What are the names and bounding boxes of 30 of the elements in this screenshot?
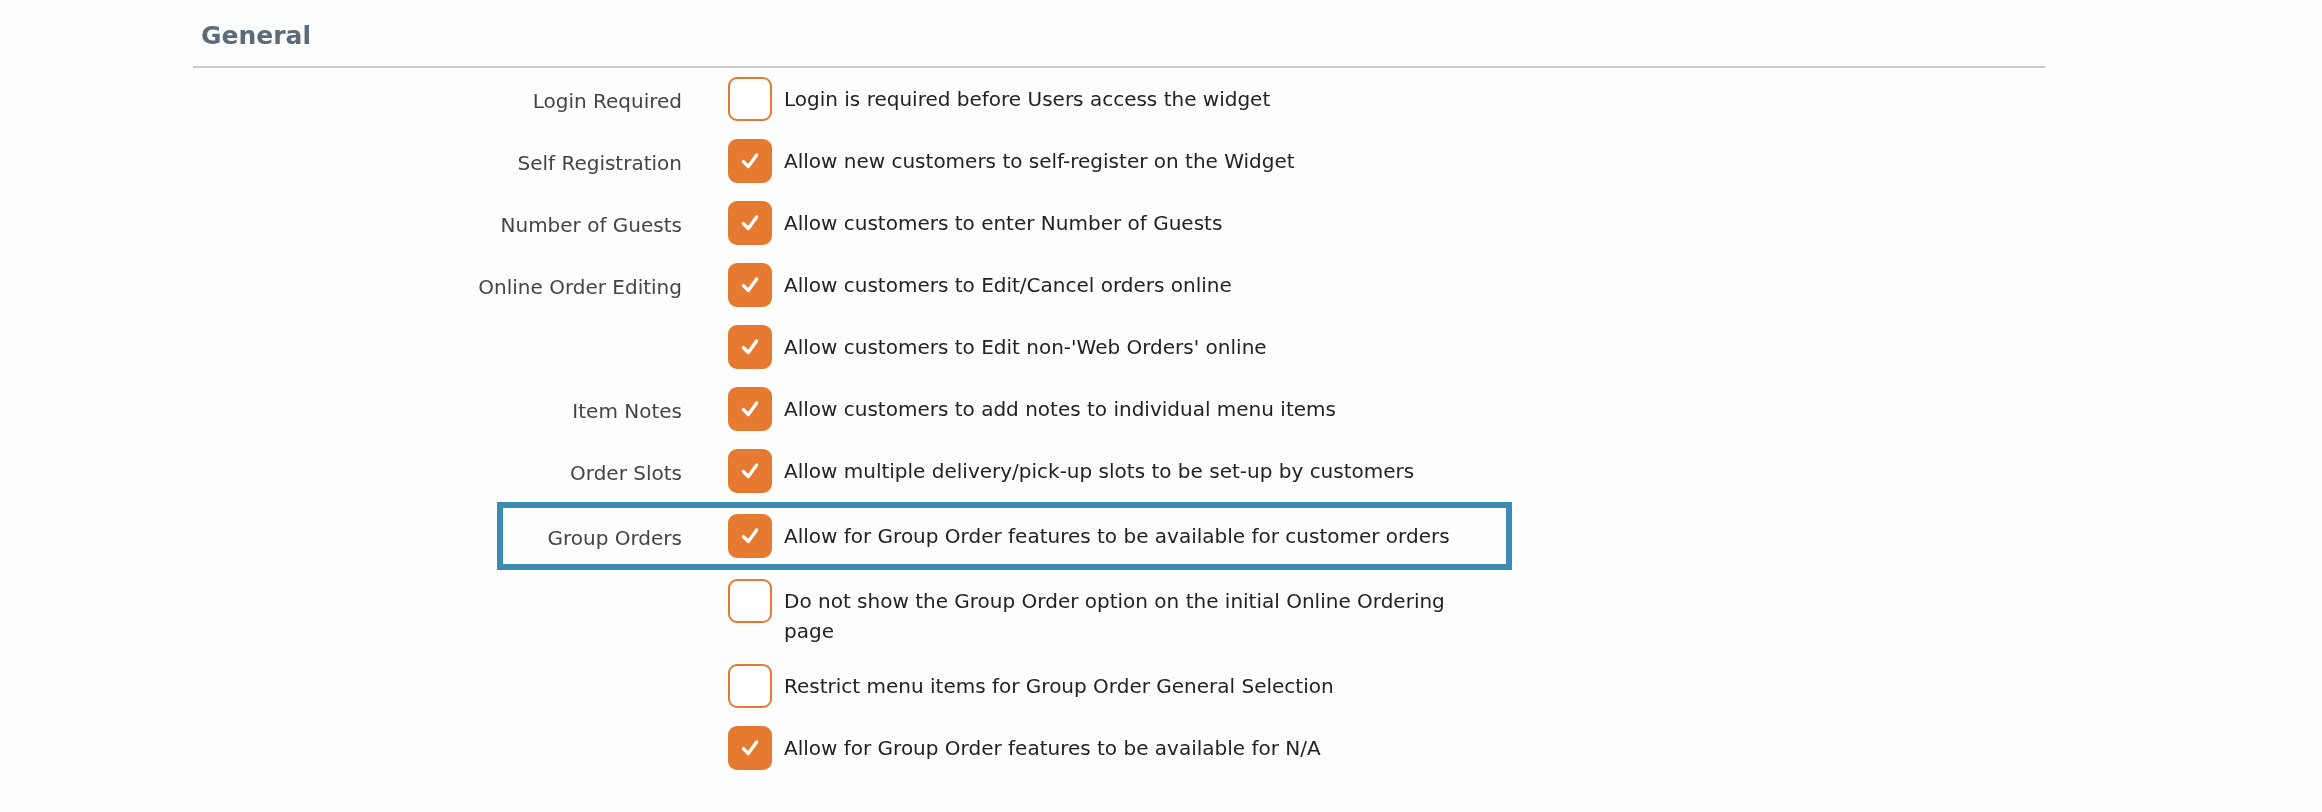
checkbox[interactable] bbox=[728, 726, 772, 770]
checkbox[interactable] bbox=[728, 514, 772, 558]
section-title: General bbox=[201, 20, 312, 52]
option-text: Allow for Group Order features to be available for N/A bbox=[784, 735, 1321, 762]
field-label: Online Order Editing bbox=[478, 275, 682, 299]
option-text: Do not show the Group Order option on the initial Online Ordering page bbox=[784, 588, 1446, 645]
option-text: Allow customers to add notes to individual menu items bbox=[784, 396, 1336, 423]
option-text: Allow new customers to self-register on the Widget bbox=[784, 148, 1295, 175]
option-text: Allow for Group Order features to be available for customer orders bbox=[784, 523, 1450, 550]
checkbox[interactable] bbox=[728, 139, 772, 183]
option-text: Allow multiple delivery/pick-up slots to be set-up by customers bbox=[784, 458, 1415, 485]
checkbox[interactable] bbox=[728, 579, 772, 623]
field-label: Self Registration bbox=[517, 151, 682, 175]
option-text: Allow customers to enter Number of Guests bbox=[784, 210, 1223, 237]
field-label: Order Slots bbox=[570, 461, 682, 485]
option-text: Login is required before Users access the widget bbox=[784, 86, 1271, 113]
checkbox[interactable] bbox=[728, 449, 772, 493]
field-label: Item Notes bbox=[572, 399, 682, 423]
field-label: Login Required bbox=[532, 89, 682, 113]
checkbox[interactable] bbox=[728, 201, 772, 245]
option-text: Allow customers to Edit/Cancel orders online bbox=[784, 272, 1232, 299]
field-label: Group Orders bbox=[547, 526, 682, 550]
field-label: Number of Guests bbox=[500, 213, 682, 237]
checkbox[interactable] bbox=[728, 325, 772, 369]
checkbox[interactable] bbox=[728, 77, 772, 121]
checkbox[interactable] bbox=[728, 387, 772, 431]
option-text: Restrict menu items for Group Order General Selection bbox=[784, 673, 1334, 700]
option-text: Allow customers to Edit non-'Web Orders' online bbox=[784, 334, 1267, 361]
checkbox[interactable] bbox=[728, 263, 772, 307]
checkbox[interactable] bbox=[728, 664, 772, 708]
